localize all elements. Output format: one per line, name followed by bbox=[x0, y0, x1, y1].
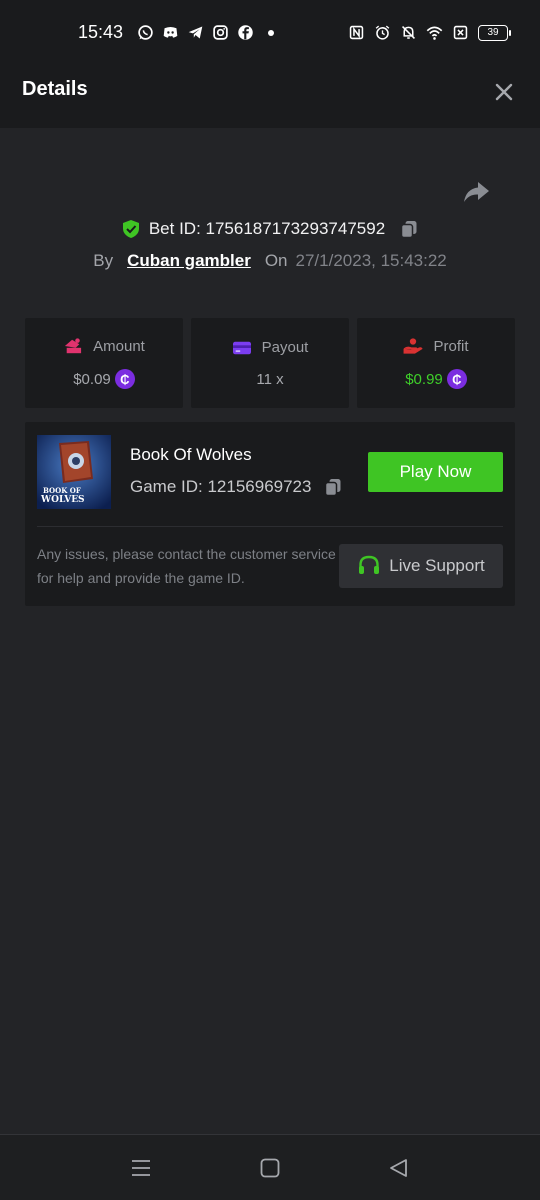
profit-icon bbox=[404, 338, 424, 354]
play-now-button[interactable]: Play Now bbox=[368, 452, 503, 492]
copy-game-id-icon[interactable] bbox=[323, 477, 343, 497]
system-icons: 39 bbox=[348, 24, 511, 41]
telegram-icon bbox=[188, 26, 203, 39]
coin-icon: ₵ bbox=[446, 369, 467, 389]
close-icon[interactable] bbox=[494, 82, 514, 102]
amount-icon bbox=[65, 338, 82, 354]
payout-card: Payout 11 x bbox=[191, 318, 349, 408]
facebook-icon bbox=[238, 25, 253, 40]
support-note: Any issues, please contact the customer … bbox=[37, 546, 336, 586]
verified-shield-icon bbox=[122, 220, 139, 238]
on-label: On bbox=[264, 251, 288, 270]
game-name[interactable]: Book Of Wolves bbox=[130, 445, 252, 465]
bet-id-row: Bet ID: 1756187173293747592 bbox=[0, 216, 540, 242]
game-card: BOOK OF WOLVES Book Of Wolves Game ID: 1… bbox=[25, 422, 515, 606]
svg-text:BOOK OF: BOOK OF bbox=[43, 486, 81, 495]
amount-value: $0.09 bbox=[73, 370, 111, 388]
profit-value: $0.99 bbox=[405, 370, 443, 388]
whatsapp-icon bbox=[138, 25, 153, 40]
bet-id: Bet ID: 1756187173293747592 bbox=[148, 219, 386, 238]
live-support-label: Live Support bbox=[389, 556, 485, 575]
amount-label: Amount bbox=[93, 337, 145, 355]
live-support-button[interactable]: Live Support bbox=[339, 544, 503, 588]
game-id-row: Game ID: 12156969723 bbox=[130, 477, 343, 497]
card-icon bbox=[232, 341, 251, 354]
alarm-icon bbox=[375, 25, 390, 40]
payout-value: 11 x bbox=[256, 370, 284, 388]
bet-date: 27/1/2023, 15:43:22 bbox=[295, 251, 447, 270]
user-link[interactable]: Cuban gambler bbox=[127, 251, 251, 271]
system-nav-bar bbox=[0, 1134, 540, 1200]
more-notifications-dot bbox=[268, 29, 274, 36]
game-thumbnail[interactable]: BOOK OF WOLVES bbox=[37, 435, 111, 509]
coin-icon: ₵ bbox=[114, 369, 135, 389]
bet-meta-row: By Cuban gambler On 27/1/2023, 15:43:22 bbox=[0, 248, 540, 274]
profit-card: Profit $0.99 ₵ bbox=[357, 318, 515, 408]
payout-label: Payout bbox=[261, 339, 309, 356]
battery-icon: 39 bbox=[478, 24, 511, 41]
copy-bet-id-icon[interactable] bbox=[399, 219, 419, 239]
by-label: By bbox=[93, 251, 114, 270]
nfc-icon bbox=[349, 25, 364, 40]
instagram-icon bbox=[213, 25, 228, 40]
notification-icons bbox=[137, 24, 274, 41]
status-bar: 15:43 39 bbox=[0, 0, 540, 56]
game-id: Game ID: 12156969723 bbox=[130, 477, 312, 496]
divider bbox=[37, 526, 503, 527]
svg-text:WOLVES: WOLVES bbox=[40, 495, 85, 505]
share-icon[interactable] bbox=[462, 180, 490, 204]
recents-icon[interactable] bbox=[130, 1157, 152, 1179]
page-title: Details bbox=[22, 78, 88, 100]
profit-label: Profit bbox=[433, 337, 469, 355]
headset-icon bbox=[359, 555, 380, 574]
amount-card: Amount $0.09 ₵ bbox=[25, 318, 183, 408]
status-time: 15:43 bbox=[78, 22, 124, 42]
discord-icon bbox=[163, 26, 178, 38]
bet-stats: Amount $0.09 ₵ Payout 11 x Profit $0.99 … bbox=[25, 318, 515, 408]
home-icon[interactable] bbox=[259, 1157, 281, 1179]
mute-icon bbox=[402, 26, 415, 39]
sim-icon bbox=[453, 25, 468, 40]
wifi-icon bbox=[426, 26, 443, 40]
details-header: Details bbox=[0, 56, 540, 128]
back-icon[interactable] bbox=[388, 1157, 410, 1179]
battery-level: 39 bbox=[487, 27, 499, 38]
